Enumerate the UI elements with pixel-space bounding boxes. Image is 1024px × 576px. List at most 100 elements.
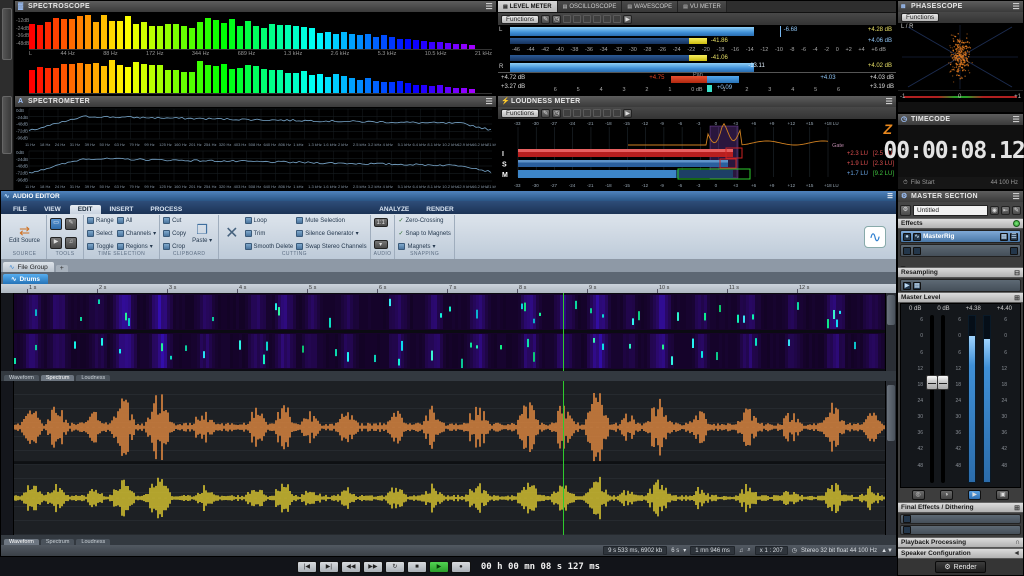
ribbon-tab-view[interactable]: VIEW xyxy=(36,205,69,214)
spectrometer-titlebar[interactable]: A SPECTROMETER ☰ xyxy=(15,96,496,107)
effect-slot-empty[interactable] xyxy=(900,244,1021,257)
panel-menu-icon[interactable]: ☰ xyxy=(1013,192,1020,201)
effects-header[interactable]: Effects xyxy=(898,218,1023,229)
magnets-menu[interactable]: Magnets ▾ xyxy=(398,243,450,250)
curve-icon[interactable]: ∿ xyxy=(913,232,921,241)
master-titlebar[interactable]: ⚙ MASTER SECTION ☰ xyxy=(898,191,1023,202)
all-button[interactable]: All xyxy=(116,217,156,224)
render-button[interactable]: ⚙ Render xyxy=(935,561,986,573)
spectrogram-vscrollbar[interactable] xyxy=(885,293,896,371)
ribbon-tab-bar[interactable]: FILE VIEW EDIT INSERT PROCESS ANALYZE RENDER xyxy=(1,201,896,214)
fader-right[interactable] xyxy=(937,315,949,483)
preset-name-field[interactable]: Untitled xyxy=(913,204,988,216)
pencil-tool[interactable]: ✎ xyxy=(65,218,78,230)
effect-slot-masterrig[interactable]: ● ∿ MasterRig ▤ ☰ xyxy=(900,230,1021,243)
ribbon-tab-insert[interactable]: INSERT xyxy=(102,205,142,214)
overview-tab-bar[interactable]: Waveform Spectrum Loudness xyxy=(1,371,896,381)
zoom-info[interactable]: x 1 : 207 xyxy=(754,546,788,555)
meter-tab-wavescope[interactable]: ▤ WAVESCOPE xyxy=(622,1,679,12)
reset-icon[interactable]: ◷ xyxy=(552,108,562,118)
panel-menu-icon[interactable]: ☰ xyxy=(1013,2,1020,11)
power-icon[interactable] xyxy=(903,246,911,255)
playhead-cursor[interactable] xyxy=(562,381,564,535)
preset-slot[interactable] xyxy=(613,109,622,117)
stop-button[interactable]: ■ xyxy=(406,560,427,573)
waveform-view[interactable] xyxy=(1,381,896,535)
playback-processing-header[interactable]: Playback Processing ∩ xyxy=(898,537,1023,548)
preset-slot[interactable] xyxy=(603,109,612,117)
range-button[interactable]: Range xyxy=(87,217,114,224)
cut-button[interactable]: Cut xyxy=(163,217,186,224)
power-icon[interactable]: ▶ xyxy=(903,281,911,290)
magnifier-icon[interactable]: ⌕ xyxy=(747,547,750,554)
record-button[interactable]: ● xyxy=(450,560,471,573)
edit-settings-icon[interactable]: ✎ xyxy=(541,108,551,118)
up-down-icons[interactable]: ▲▼ xyxy=(881,548,893,554)
audio-options-button[interactable]: ▾ xyxy=(373,240,388,249)
meter-tab-level-meter[interactable]: ▤ LEVEL METER xyxy=(498,1,558,12)
slot-menu-icon[interactable] xyxy=(1010,246,1018,255)
spectroscope-titlebar[interactable]: ▓ SPECTROSCOPE ☰ xyxy=(15,1,496,12)
dock-tab-1[interactable] xyxy=(2,8,12,60)
power-icon[interactable]: ● xyxy=(903,232,911,241)
gear-icon[interactable]: ⚙ xyxy=(900,204,911,216)
file-group-tab[interactable]: ∿ File Group xyxy=(3,262,54,272)
delete-button[interactable]: ✕ xyxy=(222,216,241,251)
dock-tab-2[interactable] xyxy=(2,96,12,154)
reset-icon[interactable]: ◷ xyxy=(552,14,562,24)
clock-icon[interactable]: ◷ xyxy=(792,547,797,554)
playhead-cursor[interactable] xyxy=(562,293,564,371)
go-start-button[interactable]: |◀ xyxy=(296,560,317,573)
preset-slot[interactable] xyxy=(563,109,572,117)
edit-settings-icon[interactable]: ✎ xyxy=(541,14,551,24)
ribbon-tab-file[interactable]: FILE xyxy=(5,205,35,214)
regions-menu[interactable]: Regions ▾ xyxy=(116,243,156,250)
insert-icon[interactable]: ⇤ xyxy=(1001,205,1010,215)
slot-menu-icon[interactable]: ☰ xyxy=(1010,232,1018,241)
preset-slot[interactable] xyxy=(583,15,592,23)
fader-left[interactable] xyxy=(926,315,938,483)
final-effect-slot-2[interactable] xyxy=(900,525,1021,535)
expand-icon[interactable]: ▶ xyxy=(623,14,633,24)
final-effects-header[interactable]: Final Effects / Dithering ⊞ xyxy=(898,502,1023,513)
ribbon-tab-analyze[interactable]: ANALYZE xyxy=(371,205,417,214)
level-meter-tabs[interactable]: ▤ LEVEL METER ▤ OSCILLOSCOPE ▤ WAVESCOPE ▤ VU M… xyxy=(498,1,896,13)
silence-generator-button[interactable]: Silence Generator ▾ xyxy=(296,230,366,237)
timecode-ref[interactable]: File Start xyxy=(911,180,935,186)
panel-menu-icon[interactable]: ☰ xyxy=(486,97,493,106)
preset-slot[interactable] xyxy=(563,15,572,23)
functions-button[interactable]: Functions xyxy=(501,14,540,24)
rewind-button[interactable]: ◀◀ xyxy=(340,560,361,573)
panel-menu-icon[interactable]: ☰ xyxy=(486,2,493,11)
window-info[interactable]: 1 mn 946 ms xyxy=(690,546,735,555)
dropdown-icon[interactable]: ▾ xyxy=(683,547,686,554)
file-tab-drums[interactable]: ∿ Drums xyxy=(3,274,49,284)
swap-channels-button[interactable]: Swap Stereo Channels xyxy=(296,243,367,250)
mono-button[interactable]: ◎ xyxy=(911,490,925,500)
functions-button[interactable]: Functions xyxy=(901,13,940,22)
preset-slot[interactable] xyxy=(573,109,582,117)
timecode-titlebar[interactable]: ◷ TIMECODE ☰ xyxy=(898,114,1023,125)
edit-source-button[interactable]: ⇄ Edit Source xyxy=(6,216,43,251)
meter-tab-vu-meter[interactable]: ▤ VU METER xyxy=(678,1,727,12)
main-view-tab-bar[interactable]: Waveform Spectrum Loudness xyxy=(1,535,896,545)
dim-button[interactable]: ◑ xyxy=(939,490,953,500)
rate-icon[interactable]: ▤ xyxy=(913,281,921,290)
meter-tab-oscilloscope[interactable]: ▤ OSCILLOSCOPE xyxy=(557,1,623,12)
forward-button[interactable]: ▶▶ xyxy=(362,560,383,573)
add-file-group-button[interactable]: + xyxy=(55,265,68,272)
final-effect-slot-1[interactable] xyxy=(900,514,1021,524)
expand-icon[interactable]: ▶ xyxy=(623,108,633,118)
preset-slot[interactable] xyxy=(593,15,602,23)
smooth-delete-button[interactable]: Smooth Delete xyxy=(244,243,293,250)
waveform-content[interactable] xyxy=(14,381,885,535)
speaker-button[interactable]: ▶ xyxy=(968,490,982,500)
crop-button[interactable]: Crop xyxy=(163,243,186,250)
trim-button[interactable]: Trim xyxy=(244,230,294,237)
time-ruler[interactable]: 1 s2 s3 s4 s5 s6 s7 s8 s9 s 10 s 11 s 12 s xyxy=(1,284,896,293)
copy-button[interactable]: Copy xyxy=(163,230,186,237)
one-to-one-button[interactable]: 1:1 xyxy=(373,218,388,227)
toggle-button[interactable]: Toggle xyxy=(87,243,114,250)
play-tool[interactable]: ▶ xyxy=(50,237,63,249)
editor-titlebar[interactable]: ∿ AUDIO EDITOR ☰ xyxy=(1,191,896,201)
